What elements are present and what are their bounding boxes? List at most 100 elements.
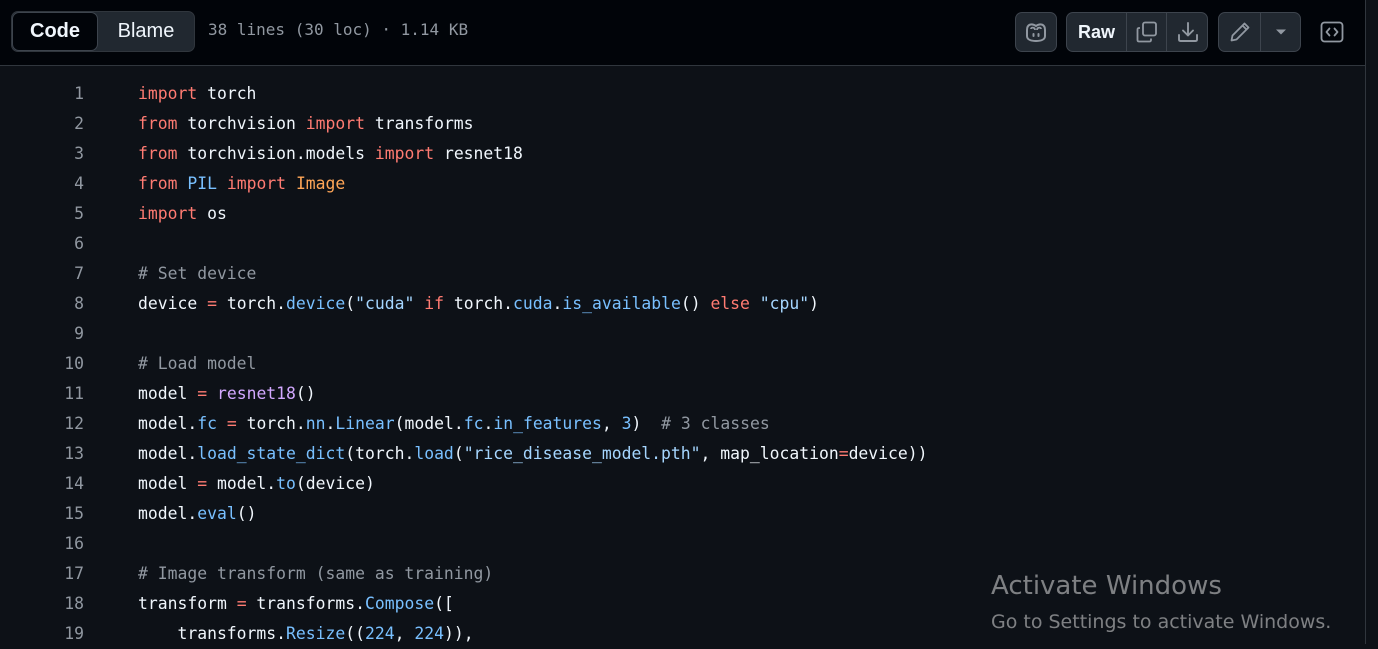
line-content: model.fc = torch.nn.Linear(model.fc.in_f… [138,409,770,439]
line-number[interactable]: 4 [30,169,84,199]
edit-button[interactable] [1219,13,1260,51]
code-token: device [138,294,208,313]
code-token: (( [345,624,365,643]
code-token: from [138,114,178,133]
code-token: = [236,594,247,613]
code-token: model [138,474,198,493]
line-number[interactable]: 5 [30,199,84,229]
line-number[interactable]: 18 [30,589,84,619]
code-line: 11 model = resnet18() [0,379,1365,409]
code-token: device [286,294,346,313]
tab-blame[interactable]: Blame [98,12,194,51]
code-token: , map_location [700,444,839,463]
code-line: 16 [0,529,1365,559]
code-line: 3 from torchvision.models import resnet18 [0,139,1365,169]
code-token: fc [197,414,217,433]
code-token: to [276,474,296,493]
code-token: else [710,294,750,313]
line-content: # Image transform (same as training) [138,559,493,589]
code-token: , [601,414,622,433]
edit-options-dropdown[interactable] [1260,13,1301,51]
code-token: 224 [414,624,444,643]
pencil-icon [1228,20,1252,44]
code-token: Image [295,174,346,193]
code-line: 4 from PIL import Image [0,169,1365,199]
view-mode-switch: Code Blame [11,11,195,52]
code-token: # Image transform (same as training) [138,564,494,583]
code-token: # Set device [138,264,257,283]
code-token: import [226,174,287,193]
code-token: transforms [365,114,474,133]
code-token: torch [197,84,257,103]
code-token: from [138,174,178,193]
line-number[interactable]: 17 [30,559,84,589]
code-token: load [414,444,454,463]
line-content: # Set device [138,259,256,289]
code-token: fc [463,414,484,433]
download-icon [1176,20,1200,44]
line-number[interactable]: 15 [30,499,84,529]
code-token: (device) [295,474,375,493]
code-line: 9 [0,319,1365,349]
code-token: () [236,504,257,523]
code-view: 1 import torch 2 from torchvision import tr… [0,66,1365,644]
code-token: eval [197,504,237,523]
code-token: ( [453,444,464,463]
copy-icon [1135,20,1159,44]
code-token: model [138,384,198,403]
code-line: 6 [0,229,1365,259]
code-token: = [207,294,217,313]
line-number[interactable]: 13 [30,439,84,469]
line-number[interactable]: 12 [30,409,84,439]
line-number[interactable]: 19 [30,619,84,649]
tab-code[interactable]: Code [12,12,98,51]
code-token: # 3 classes [661,414,770,433]
code-token: import [374,144,435,163]
copy-raw-button[interactable] [1126,13,1167,51]
code-token: 224 [365,624,395,643]
line-content: device = torch.device("cuda" if torch.cu… [138,289,819,319]
line-number[interactable]: 14 [30,469,84,499]
code-token: torch. [216,294,287,313]
code-token: . [325,414,336,433]
code-token: device)) [848,444,928,463]
line-number[interactable]: 6 [30,229,84,259]
line-number[interactable]: 11 [30,379,84,409]
code-token: = [197,474,208,493]
code-line: 14 model = model.to(device) [0,469,1365,499]
code-token: import [138,204,198,223]
code-line: 2 from torchvision import transforms [0,109,1365,139]
code-token: transforms. [246,594,365,613]
raw-actions-group: Raw [1066,12,1208,52]
line-content: import os [138,199,227,229]
code-token: transform [138,594,237,613]
code-token: ) [809,294,820,313]
line-content: # Load model [138,349,256,379]
symbols-panel-button[interactable] [1312,12,1352,52]
line-content: from PIL import Image [138,169,345,199]
code-token: torch. [443,294,514,313]
code-token: ( [345,294,356,313]
line-number[interactable]: 1 [30,79,84,109]
code-token: () [680,294,711,313]
line-number[interactable]: 7 [30,259,84,289]
line-content: transforms.Resize((224, 224)), [138,619,474,649]
copilot-button[interactable] [1015,12,1057,52]
line-number[interactable]: 10 [30,349,84,379]
raw-button[interactable]: Raw [1067,13,1126,51]
line-number[interactable]: 8 [30,289,84,319]
line-number[interactable]: 16 [30,529,84,559]
code-token: model. [138,414,198,433]
line-number[interactable]: 2 [30,109,84,139]
line-number[interactable]: 9 [30,319,84,349]
windows-activation-watermark: Activate Windows Go to Settings to activ… [991,570,1331,642]
code-token: # Load model [138,354,257,373]
line-number[interactable]: 3 [30,139,84,169]
download-button[interactable] [1166,13,1208,51]
code-token: )), [443,624,474,643]
code-token: Compose [364,594,435,613]
